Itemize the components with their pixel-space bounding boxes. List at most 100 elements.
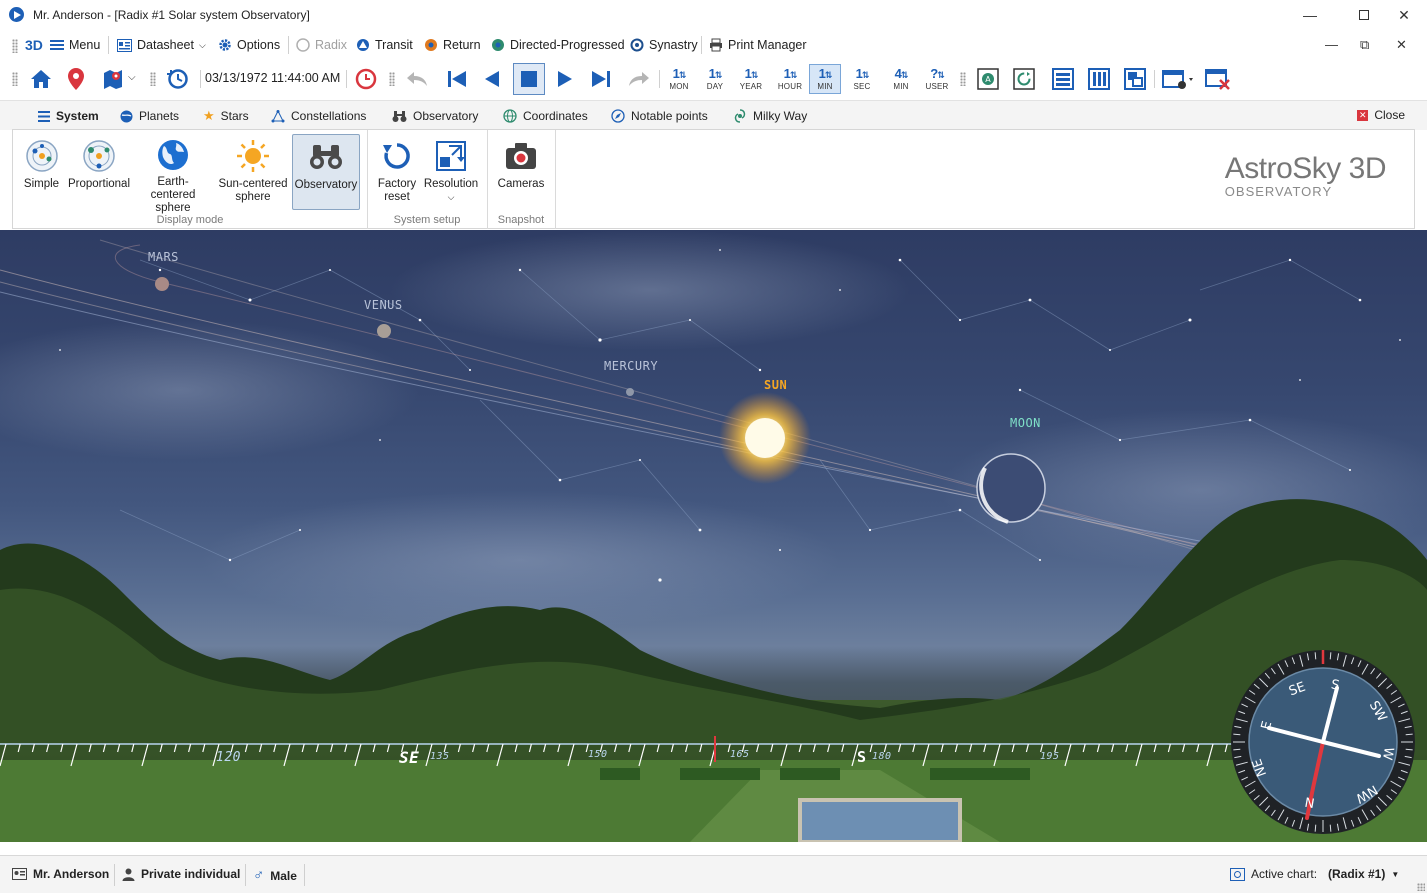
active-chart-dropdown[interactable]: (Radix #1) ▼ <box>1328 867 1399 881</box>
undo-button[interactable] <box>404 66 430 92</box>
mdi-minimize-button[interactable]: — <box>1325 37 1338 52</box>
resolution-button[interactable]: Resolution ⌵ <box>423 134 479 210</box>
close-window-button[interactable]: ✕ <box>1381 0 1427 30</box>
stop-button[interactable] <box>513 63 545 95</box>
step-minute-button[interactable]: 1⇅ MIN <box>809 64 841 94</box>
refresh-icon <box>1013 68 1035 90</box>
tab-stars[interactable]: ★ Stars <box>203 107 249 125</box>
step-unit: MON <box>669 81 689 91</box>
tab-notable-points[interactable]: Notable points <box>611 107 708 125</box>
refresh-button[interactable] <box>1011 66 1037 92</box>
grip-handle[interactable] <box>12 39 18 53</box>
sun-label[interactable]: SUN <box>764 378 787 392</box>
window-manager-button[interactable] <box>1161 66 1195 92</box>
sun-centered-button[interactable]: Sun-centered sphere <box>216 134 290 210</box>
clock-icon <box>355 68 377 90</box>
return-button[interactable]: Return <box>424 36 481 54</box>
radix-button[interactable]: Radix <box>296 36 347 54</box>
progressed-icon <box>492 39 504 51</box>
synastry-button[interactable]: Synastry <box>630 36 698 54</box>
mdi-restore-button[interactable]: ⧉ <box>1360 37 1369 53</box>
moon-body[interactable] <box>976 453 1046 523</box>
simple-mode-button[interactable]: Simple <box>19 134 64 210</box>
view-3d-button[interactable]: 3D <box>25 36 43 54</box>
mercury-label[interactable]: MERCURY <box>604 359 658 373</box>
step-user-button[interactable]: ?⇅ USER <box>921 64 953 94</box>
observatory-mode-button[interactable]: Observatory <box>292 134 360 210</box>
step-month-button[interactable]: 1⇅ MON <box>663 64 695 94</box>
tab-planets[interactable]: Planets <box>120 107 179 125</box>
step-4min-button[interactable]: 4⇅ MIN <box>885 64 917 94</box>
resize-grip-icon[interactable] <box>1417 883 1425 891</box>
earth-centered-button[interactable]: Earth-centered sphere <box>135 134 211 214</box>
status-person-name: Mr. Anderson <box>33 867 110 881</box>
status-gender[interactable]: ♂ Male <box>253 867 297 884</box>
home-icon <box>31 70 51 88</box>
updown-icon: ⇅ <box>900 69 908 80</box>
divider <box>108 36 109 54</box>
location-button[interactable] <box>63 66 89 92</box>
close-all-windows-button[interactable] <box>1205 66 1231 92</box>
sky-view-3d[interactable]: MARS VENUS MERCURY SUN MOON 120 SE 135 1… <box>0 230 1427 842</box>
active-chart-value: (Radix #1) <box>1328 867 1386 881</box>
datetime-field[interactable]: 03/13/1972 11:44:00 AM <box>205 71 340 85</box>
minimize-button[interactable]: — <box>1287 0 1333 30</box>
earth-icon <box>158 140 188 170</box>
redo-button[interactable] <box>626 66 652 92</box>
auto-button[interactable]: A <box>975 66 1001 92</box>
print-manager-button[interactable]: Print Manager <box>709 36 807 54</box>
status-person[interactable]: Mr. Anderson <box>12 867 109 881</box>
mars-planet[interactable] <box>155 277 169 291</box>
step-unit: MIN <box>893 81 909 91</box>
tab-milky-way[interactable]: Milky Way <box>733 107 807 125</box>
grip-handle[interactable] <box>150 72 156 86</box>
skip-start-button[interactable] <box>444 66 470 92</box>
layout-rows-button[interactable] <box>1050 66 1076 92</box>
transit-icon <box>357 39 369 51</box>
step-back-button[interactable] <box>479 66 505 92</box>
options-button[interactable]: Options <box>218 36 280 54</box>
step-unit: HOUR <box>777 81 803 91</box>
divider <box>346 70 347 88</box>
mars-label[interactable]: MARS <box>148 250 179 264</box>
grip-handle[interactable] <box>12 72 18 86</box>
map-button[interactable] <box>100 66 126 92</box>
layout-columns-button[interactable] <box>1086 66 1112 92</box>
transit-button[interactable]: Transit <box>356 36 413 54</box>
step-year-button[interactable]: 1⇅ YEAR <box>735 64 767 94</box>
skip-end-button[interactable] <box>588 66 614 92</box>
datasheet-button[interactable]: Datasheet ⌵ <box>117 36 206 54</box>
tab-system[interactable]: System <box>38 107 99 131</box>
moon-label[interactable]: MOON <box>1010 416 1041 430</box>
proportional-mode-button[interactable]: Proportional <box>66 134 132 210</box>
close-ribbon-button[interactable]: ✕ Close <box>1357 108 1405 122</box>
printer-icon <box>710 38 722 52</box>
grip-handle[interactable] <box>389 72 395 86</box>
sun-centered-label-line1: Sun-centered <box>218 178 288 190</box>
step-day-button[interactable]: 1⇅ DAY <box>699 64 731 94</box>
mercury-planet[interactable] <box>626 388 634 396</box>
step-hour-button[interactable]: 1⇅ HOUR <box>774 64 806 94</box>
cascade-button[interactable] <box>1122 66 1148 92</box>
tab-observatory[interactable]: Observatory <box>392 107 478 125</box>
directed-progressed-button[interactable]: Directed-Progressed <box>491 36 625 54</box>
cameras-button[interactable]: Cameras <box>496 134 546 210</box>
step-second-button[interactable]: 1⇅ SEC <box>846 64 878 94</box>
menu-button[interactable]: Menu <box>50 36 100 54</box>
compass-widget[interactable]: SE S SW W NW N NE E <box>1229 648 1417 836</box>
grip-handle[interactable] <box>960 72 966 86</box>
history-button[interactable] <box>165 66 191 92</box>
clock-button[interactable] <box>353 66 379 92</box>
venus-label[interactable]: VENUS <box>364 298 403 312</box>
status-person-type[interactable]: Private individual <box>122 867 240 881</box>
chevron-down-icon[interactable]: ⌵ <box>128 72 136 83</box>
venus-planet[interactable] <box>377 324 391 338</box>
mdi-close-button[interactable]: ✕ <box>1396 37 1407 53</box>
play-button[interactable] <box>552 66 578 92</box>
tab-constellations[interactable]: Constellations <box>271 107 366 125</box>
factory-reset-button[interactable]: Factory reset <box>374 134 420 210</box>
auto-mode-icon: A <box>977 68 999 90</box>
options-label: Options <box>237 38 281 52</box>
tab-coordinates[interactable]: Coordinates <box>503 107 588 125</box>
home-button[interactable] <box>28 66 54 92</box>
